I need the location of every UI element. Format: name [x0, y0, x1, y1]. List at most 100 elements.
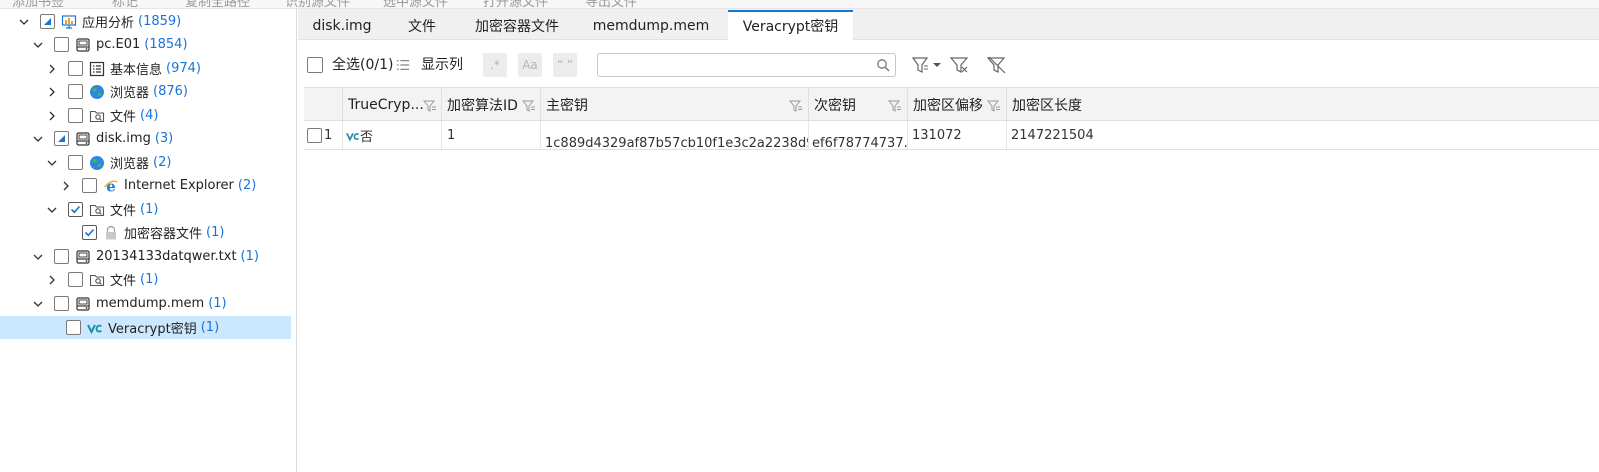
tree-node-label: 加密容器文件 [124, 227, 203, 242]
tree-checkbox[interactable] [68, 61, 83, 76]
filter-off-icon[interactable] [987, 55, 1007, 75]
select-source-button[interactable]: 选中源文件 [383, 0, 448, 8]
tree-node-count: (1859) [138, 14, 182, 29]
tree-node-app-analysis[interactable]: 应用分析 (1859) [18, 10, 181, 33]
open-source-button[interactable]: 打开源文件 [483, 0, 548, 8]
cell-secondary-key: ef6f78774737... [809, 121, 908, 150]
tab-memdump-mem[interactable]: memdump.mem [576, 11, 726, 40]
chevron-down-icon[interactable] [46, 204, 58, 216]
tree-node-browser[interactable]: 浏览器 (2) [46, 151, 171, 174]
tree-node-count: (3) [154, 131, 174, 146]
chevron-right-icon[interactable] [46, 86, 58, 98]
search-box [597, 53, 896, 77]
tree-checkbox[interactable] [68, 155, 83, 170]
tree-node-label: Veracrypt密钥 [108, 322, 197, 337]
tree-node-disk-img[interactable]: disk.img (3) [32, 127, 173, 150]
search-input[interactable] [598, 54, 868, 76]
veracrypt-icon [346, 132, 359, 141]
cell-length: 2147221504 [1011, 128, 1094, 143]
tree-node-browser[interactable]: 浏览器 (876) [46, 80, 188, 103]
folder-search-icon [89, 202, 105, 218]
tree-checkbox[interactable] [68, 84, 83, 99]
mark-button[interactable]: 标记 [112, 0, 138, 8]
tree-node-count: (2) [153, 155, 172, 170]
select-all-checkbox[interactable] [307, 57, 323, 73]
bookmark-button[interactable]: 添加书签 [12, 0, 64, 8]
content-panel: disk.img 文件 加密容器文件 memdump.mem Veracrypt… [298, 9, 1599, 472]
tree-checkbox[interactable] [68, 272, 83, 287]
column-filter-icon[interactable] [423, 99, 437, 113]
tree-checkbox[interactable] [82, 178, 97, 193]
tree-node-label: pc.E01 [96, 37, 141, 52]
table-header: TrueCryp... 加密算法ID 主密钥 次密钥 加密区偏移 加密区长度 [304, 87, 1599, 122]
show-columns-button[interactable]: 显示列 [421, 57, 463, 73]
filter-menu-icon[interactable] [912, 55, 942, 75]
tree-node-count: (876) [153, 84, 188, 99]
clear-filter-icon[interactable] [950, 55, 970, 75]
match-case-button[interactable]: Aa [518, 53, 542, 77]
tree-checkbox[interactable] [68, 202, 83, 217]
tree-node-files[interactable]: 文件 (1) [46, 268, 158, 291]
tree-node-files[interactable]: 文件 (1) [46, 198, 158, 221]
tree-node-basic-info[interactable]: 基本信息 (974) [46, 57, 201, 80]
chevron-right-icon[interactable] [46, 274, 58, 286]
tree-node-veracrypt-key[interactable]: Veracrypt密钥 (1) [0, 316, 291, 339]
globe-icon [89, 84, 105, 100]
column-header-master-key[interactable]: 主密钥 [541, 88, 809, 122]
evidence-tree: 应用分析 (1859) pc.E01 (1854) 基本信息 (974) 浏览器… [0, 9, 297, 472]
tree-node-internet-explorer[interactable]: e Internet Explorer (2) [60, 174, 256, 197]
tree-checkbox[interactable] [54, 296, 69, 311]
tree-node-files[interactable]: 文件 (4) [46, 104, 158, 127]
chevron-down-icon[interactable] [18, 16, 30, 28]
tree-node-count: (2) [237, 178, 257, 193]
column-list-icon[interactable] [395, 57, 411, 73]
tree-checkbox[interactable] [54, 131, 69, 146]
tab-files[interactable]: 文件 [386, 11, 458, 40]
tree-node-label: 20134133datqwer.txt [96, 249, 237, 264]
chevron-right-icon[interactable] [60, 180, 72, 192]
chevron-down-icon[interactable] [46, 157, 58, 169]
tree-checkbox[interactable] [82, 225, 97, 240]
cell-truecrypt: 否 [343, 121, 442, 150]
tree-node-memdump-mem[interactable]: memdump.mem (1) [32, 292, 227, 315]
table-row[interactable]: 1 否 1 1c889d4329af87b57cb10f1e3c2a2238d9… [304, 121, 1599, 150]
column-filter-icon[interactable] [888, 99, 902, 113]
chevron-right-icon[interactable] [46, 110, 58, 122]
tree-checkbox[interactable] [66, 320, 81, 335]
export-file-button[interactable]: 导出文件 [585, 0, 637, 8]
identify-source-button[interactable]: 识别源文件 [285, 0, 350, 8]
column-filter-icon[interactable] [987, 99, 1001, 113]
tree-checkbox[interactable] [54, 37, 69, 52]
lock-icon [103, 225, 119, 241]
regex-toggle-button[interactable]: .* [483, 53, 507, 77]
tree-node-encrypted-container[interactable]: 加密容器文件 (1) [82, 221, 224, 244]
row-select-cell: 1 [304, 121, 343, 150]
tree-node-label: 浏览器 [110, 157, 150, 172]
column-filter-icon[interactable] [789, 99, 803, 113]
cell-algo-id: 1 [442, 121, 541, 150]
app-analysis-icon [61, 14, 77, 30]
column-filter-icon[interactable] [522, 99, 536, 113]
search-icon[interactable] [876, 58, 890, 72]
folder-search-icon [89, 108, 105, 124]
tree-node-pc-e01[interactable]: pc.E01 (1854) [32, 33, 188, 56]
tree-checkbox[interactable] [54, 249, 69, 264]
chevron-down-icon[interactable] [32, 251, 44, 263]
select-all-label[interactable]: 全选(0/1) [332, 57, 393, 73]
tree-checkbox[interactable] [68, 108, 83, 123]
tree-node-datqwer-txt[interactable]: 20134133datqwer.txt (1) [32, 245, 259, 268]
tree-node-count: (1) [208, 296, 227, 311]
copy-path-button[interactable]: 复制全路径 [185, 0, 250, 8]
tab-encrypted-container[interactable]: 加密容器文件 [458, 11, 576, 40]
column-header-length[interactable]: 加密区长度 [1007, 88, 1599, 122]
chevron-down-icon[interactable] [32, 133, 44, 145]
chevron-down-icon[interactable] [32, 39, 44, 51]
tab-veracrypt-key[interactable]: Veracrypt密钥 [728, 10, 853, 40]
tree-checkbox[interactable] [40, 14, 55, 29]
chevron-right-icon[interactable] [46, 63, 58, 75]
tab-disk-img[interactable]: disk.img [298, 11, 386, 40]
chevron-down-icon[interactable] [32, 298, 44, 310]
whole-word-button[interactable]: “ ” [553, 53, 577, 77]
tab-bar: disk.img 文件 加密容器文件 memdump.mem Veracrypt… [298, 9, 1599, 40]
row-checkbox[interactable] [307, 128, 322, 143]
